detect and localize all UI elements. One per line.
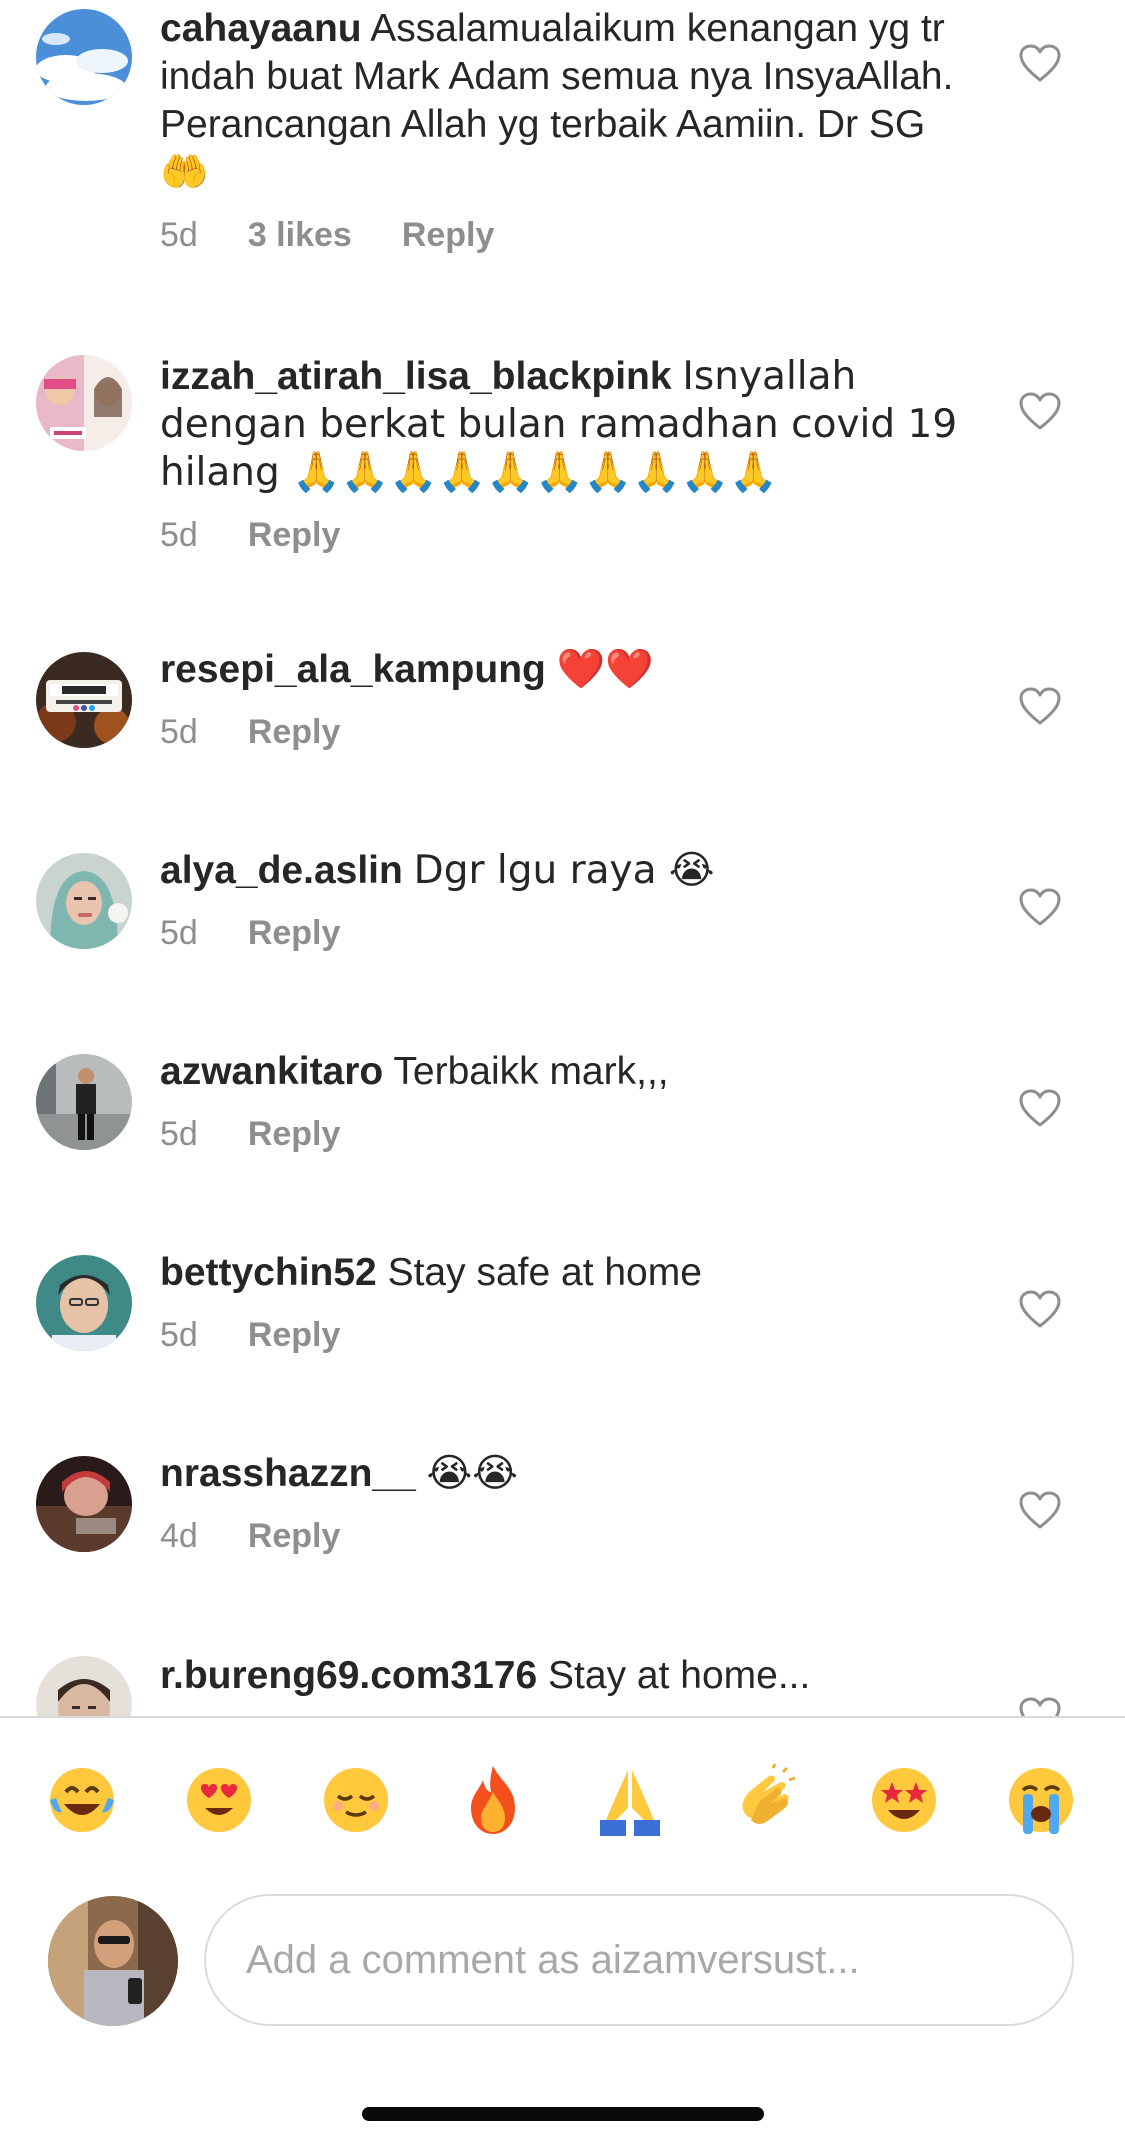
comment-body: izzah_atirah_lisa_blackpink Isnyallah de…	[160, 353, 960, 555]
home-indicator[interactable]	[362, 2107, 764, 2121]
comment-time: 5d	[160, 516, 198, 554]
comment-body: r.bureng69.com3176 Stay at home...	[160, 1652, 960, 1700]
comment-body: nrasshazzn__ 😭😭 4d Reply	[160, 1450, 960, 1556]
avatar[interactable]	[36, 1456, 132, 1552]
reply-button[interactable]: Reply	[248, 913, 341, 953]
avatar[interactable]	[36, 853, 132, 949]
comment-message: 😭😭	[426, 1451, 518, 1496]
reply-button[interactable]: Reply	[248, 712, 341, 752]
comment-message: Stay at home...	[548, 1654, 811, 1697]
comment-meta: 5d Reply	[160, 712, 960, 752]
comment-body: cahayaanu Assalamualaikum kenangan yg tr…	[160, 5, 960, 255]
fire-emoji[interactable]	[455, 1762, 531, 1838]
comment-time: 5d	[160, 216, 198, 254]
comment-username[interactable]: alya_de.aslin	[160, 849, 403, 892]
comment-meta: 5d Reply	[160, 1114, 960, 1154]
heart-outline-icon[interactable]	[1018, 1088, 1062, 1128]
comment-text: cahayaanu Assalamualaikum kenangan yg tr…	[160, 5, 960, 197]
comment-text: resepi_ala_kampung ❤️❤️	[160, 646, 960, 694]
comment-text: alya_de.aslin Dgr lgu raya 😭	[160, 847, 960, 895]
avatar[interactable]	[36, 355, 132, 451]
comment-username[interactable]: bettychin52	[160, 1251, 377, 1294]
avatar[interactable]	[36, 1656, 132, 1716]
comment-time: 5d	[160, 713, 198, 751]
comment-text: izzah_atirah_lisa_blackpink Isnyallah de…	[160, 353, 960, 497]
avatar[interactable]	[36, 9, 132, 105]
comment-message: Terbaikk mark,,,	[393, 1050, 669, 1093]
avatar[interactable]	[36, 1255, 132, 1351]
comment-meta: 4d Reply	[160, 1516, 960, 1556]
comment-list[interactable]: cahayaanu Assalamualaikum kenangan yg tr…	[0, 0, 1125, 1716]
comment-message: Dgr lgu raya 😭	[413, 848, 715, 893]
comment-body: resepi_ala_kampung ❤️❤️ 5d Reply	[160, 646, 960, 752]
avatar[interactable]	[36, 1054, 132, 1150]
comment-meta: 5d Reply	[160, 515, 960, 555]
heart-outline-icon[interactable]	[1018, 686, 1062, 726]
reply-button[interactable]: Reply	[248, 1315, 341, 1355]
comment-text: azwankitaro Terbaikk mark,,,	[160, 1048, 960, 1096]
avatar[interactable]	[36, 652, 132, 748]
comment-input[interactable]	[204, 1894, 1074, 2026]
heart-outline-icon[interactable]	[1018, 391, 1062, 431]
comment-meta: 5d Reply	[160, 913, 960, 953]
comment-time: 4d	[160, 1517, 198, 1555]
comment-time: 5d	[160, 1115, 198, 1153]
comment-text: bettychin52 Stay safe at home	[160, 1249, 960, 1297]
comment-username[interactable]: cahayaanu	[160, 7, 362, 50]
comment-username[interactable]: resepi_ala_kampung	[160, 648, 546, 691]
heart-outline-icon[interactable]	[1018, 43, 1062, 83]
comment-body: bettychin52 Stay safe at home 5d Reply	[160, 1249, 960, 1355]
comment-text: nrasshazzn__ 😭😭	[160, 1450, 960, 1498]
heart-outline-icon[interactable]	[1018, 1490, 1062, 1530]
emoji-reaction-bar	[0, 1716, 1125, 1876]
comment-composer	[0, 1876, 1125, 2036]
heart-eyes-emoji[interactable]	[181, 1762, 257, 1838]
heart-outline-icon[interactable]	[1018, 1696, 1062, 1716]
comment-message: ❤️❤️	[556, 647, 654, 692]
comment-message: Stay safe at home	[387, 1251, 702, 1294]
loudly-crying-emoji[interactable]	[1003, 1762, 1079, 1838]
folded-hands-emoji[interactable]	[592, 1762, 668, 1838]
reply-button[interactable]: Reply	[402, 215, 495, 255]
reply-button[interactable]: Reply	[248, 515, 341, 555]
comments-screen: cahayaanu Assalamualaikum kenangan yg tr…	[0, 0, 1125, 2150]
current-user-avatar	[48, 1896, 178, 2026]
heart-outline-icon[interactable]	[1018, 887, 1062, 927]
relieved-emoji[interactable]	[318, 1762, 394, 1838]
reply-button[interactable]: Reply	[248, 1516, 341, 1556]
comment-username[interactable]: r.bureng69.com3176	[160, 1654, 537, 1697]
comment-body: azwankitaro Terbaikk mark,,, 5d Reply	[160, 1048, 960, 1154]
comment-username[interactable]: nrasshazzn__	[160, 1452, 416, 1495]
comment-time: 5d	[160, 1316, 198, 1354]
star-struck-emoji[interactable]	[866, 1762, 942, 1838]
comment-meta: 5d 3 likes Reply	[160, 215, 960, 255]
comment-username[interactable]: azwankitaro	[160, 1050, 383, 1093]
tears-of-joy-emoji[interactable]	[44, 1762, 120, 1838]
comment-body: alya_de.aslin Dgr lgu raya 😭 5d Reply	[160, 847, 960, 953]
comment-text: r.bureng69.com3176 Stay at home...	[160, 1652, 960, 1700]
comment-username[interactable]: izzah_atirah_lisa_blackpink	[160, 355, 672, 398]
comment-time: 5d	[160, 914, 198, 952]
heart-outline-icon[interactable]	[1018, 1289, 1062, 1329]
comment-meta: 5d Reply	[160, 1315, 960, 1355]
reply-button[interactable]: Reply	[248, 1114, 341, 1154]
comment-likes[interactable]: 3 likes	[248, 215, 352, 255]
clapping-hands-emoji[interactable]	[729, 1762, 805, 1838]
